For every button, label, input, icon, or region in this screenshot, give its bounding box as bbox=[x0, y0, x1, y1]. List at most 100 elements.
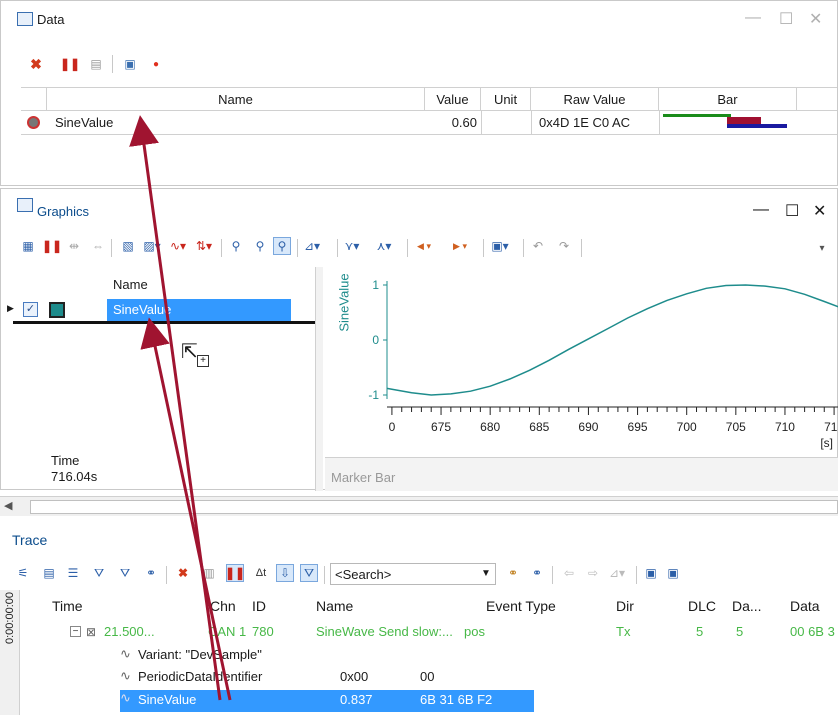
close-button[interactable]: ✕ bbox=[813, 201, 826, 221]
expand-toggle-icon[interactable]: − bbox=[70, 626, 81, 637]
record-icon[interactable]: ● bbox=[147, 55, 165, 73]
x-tick-label: 685 bbox=[529, 420, 549, 434]
zoom-box-icon[interactable]: ⚲ bbox=[273, 237, 291, 255]
y-tick-label: 1 bbox=[372, 278, 379, 292]
zoom-y-icon[interactable]: ⚲ bbox=[251, 237, 269, 255]
fit2-icon[interactable]: ⇔ bbox=[89, 237, 107, 255]
detail-icon[interactable]: ▥ bbox=[200, 564, 218, 582]
divider bbox=[659, 111, 660, 135]
nav-back-icon[interactable]: ⇦ bbox=[560, 564, 578, 582]
wave-icon[interactable]: ∿▾ bbox=[169, 237, 187, 255]
column-chn[interactable]: Chn bbox=[210, 594, 236, 618]
chart2-icon[interactable]: ▨▾ bbox=[143, 237, 161, 255]
search-dropdown-icon[interactable]: ▼ bbox=[481, 568, 491, 579]
column-event-type[interactable]: Event Type bbox=[486, 594, 556, 618]
marker-icon[interactable]: ⊿▾ bbox=[608, 564, 626, 582]
trace-tree-icon[interactable]: ☰ bbox=[64, 564, 82, 582]
column-unit[interactable]: Unit bbox=[481, 88, 531, 110]
list-item[interactable]: ∿ PeriodicDataIdentifier 0x00 00 bbox=[20, 668, 838, 690]
graphics-window: Graphics — ☐ ✕ ▦ ❚❚ ⇹ ⇔ ▧ ▨▾ ∿▾ ⇅▾ ⚲ ⚲ ⚲… bbox=[0, 188, 838, 491]
separator bbox=[111, 239, 112, 257]
search-placeholder: <Search> bbox=[335, 567, 392, 582]
scroll-left-icon[interactable]: ◀ bbox=[4, 499, 12, 512]
column-name[interactable]: Name bbox=[47, 88, 425, 110]
row-id: 780 bbox=[252, 624, 274, 639]
row-dlc: 5 bbox=[696, 624, 704, 639]
axis-icon[interactable]: ⇅▾ bbox=[195, 237, 213, 255]
overflow-icon[interactable]: ▾ bbox=[813, 239, 831, 257]
signal-color-swatch[interactable] bbox=[49, 302, 65, 318]
column-data[interactable]: Data bbox=[790, 594, 820, 618]
zoom-x-icon[interactable]: ⚲ bbox=[227, 237, 245, 255]
scroll-thumb[interactable] bbox=[30, 500, 838, 514]
export2-icon[interactable]: ▣ bbox=[664, 564, 682, 582]
measure-icon[interactable]: ⊿▾ bbox=[303, 237, 321, 255]
row-chn: CAN 1 bbox=[208, 624, 247, 639]
column-dlc[interactable]: DLC bbox=[688, 594, 716, 618]
redo-icon[interactable]: ↷ bbox=[555, 237, 573, 255]
signal-wave-icon: ∿ bbox=[120, 646, 131, 661]
signal-row-selected[interactable]: ▶ ✓ SineValue bbox=[1, 299, 315, 321]
data-table: Name Value Unit Raw Value Bar SineValue … bbox=[21, 87, 837, 177]
next-icon[interactable]: ▶ ▾ bbox=[451, 237, 469, 255]
trace-filter4-icon[interactable]: ⛛ bbox=[300, 564, 318, 582]
find-prev-icon[interactable]: ⚭ bbox=[504, 564, 522, 582]
trigger-icon[interactable]: ⋎▾ bbox=[343, 237, 361, 255]
pause-icon[interactable]: ❚❚ bbox=[225, 564, 245, 582]
trace-filter-icon[interactable]: ⚟ bbox=[14, 564, 32, 582]
horizontal-scrollbar[interactable]: ◀ bbox=[0, 496, 838, 516]
close-button[interactable]: ✕ bbox=[809, 9, 822, 29]
window-icon[interactable]: ▣▾ bbox=[491, 237, 509, 255]
maximize-button[interactable]: ☐ bbox=[779, 9, 793, 29]
fit-icon[interactable]: ⇹ bbox=[65, 237, 83, 255]
column-dir[interactable]: Dir bbox=[616, 594, 634, 618]
column-value[interactable]: Value bbox=[425, 88, 481, 110]
table-row[interactable]: − ⊠ 21.500... CAN 1 780 SineWave Send sl… bbox=[20, 624, 838, 646]
column-id[interactable]: ID bbox=[252, 594, 266, 618]
row-time: 21.500... bbox=[104, 624, 155, 639]
column-time[interactable]: Time bbox=[52, 594, 83, 618]
find-next-icon[interactable]: ⚭ bbox=[528, 564, 546, 582]
x-axis-unit: [s] bbox=[820, 436, 833, 450]
row-label: Variant: "DevSample" bbox=[138, 647, 262, 662]
maximize-button[interactable]: ☐ bbox=[785, 201, 799, 221]
pause-icon[interactable]: ❚❚ bbox=[42, 237, 62, 255]
copy-icon[interactable]: ▣ bbox=[121, 55, 139, 73]
trace-filter2-icon[interactable]: ⛛ bbox=[90, 564, 108, 582]
row-name: SineWave Send slow:... bbox=[316, 624, 453, 639]
column-bar[interactable]: Bar bbox=[659, 88, 797, 110]
graphics-window-icon bbox=[17, 198, 33, 212]
list-item[interactable]: ∿ Variant: "DevSample" bbox=[20, 646, 838, 668]
panel-splitter[interactable] bbox=[315, 267, 323, 491]
chart-icon[interactable]: ▧ bbox=[119, 237, 137, 255]
delete-icon[interactable]: ✖ bbox=[174, 564, 192, 582]
separator bbox=[483, 239, 484, 257]
export-icon[interactable]: ▣ bbox=[642, 564, 660, 582]
table-row[interactable]: SineValue 0.60 0x4D 1E C0 AC bbox=[21, 111, 837, 135]
signal-checkbox[interactable]: ✓ bbox=[23, 302, 38, 317]
trigger2-icon[interactable]: ⋏▾ bbox=[375, 237, 393, 255]
search-box[interactable]: <Search> ▼ bbox=[330, 563, 496, 585]
trace-filter3-icon[interactable]: ⛛ bbox=[116, 564, 134, 582]
properties-icon[interactable]: ▤ bbox=[87, 55, 105, 73]
minimize-button[interactable]: — bbox=[745, 9, 761, 27]
minimize-button[interactable]: — bbox=[753, 201, 769, 219]
scroll-lock-icon[interactable]: ⇩ bbox=[276, 564, 294, 582]
delete-icon[interactable]: ✖ bbox=[27, 55, 45, 73]
time-mode-icon[interactable]: Δt bbox=[252, 564, 270, 582]
chart-area: SineValue 1 0 -1 0 675 680 685 690 695 700 705 710 7… bbox=[325, 267, 838, 491]
trace-window-title: Trace bbox=[12, 532, 48, 548]
binoculars-icon[interactable]: ⚭ bbox=[142, 564, 160, 582]
signal-name-cell[interactable]: SineValue bbox=[107, 299, 291, 321]
marker-bar[interactable]: Marker Bar bbox=[325, 457, 838, 491]
trace-columns-icon[interactable]: ▤ bbox=[40, 564, 58, 582]
prev-icon[interactable]: ◀ ▾ bbox=[415, 237, 433, 255]
pause-icon[interactable]: ❚❚ bbox=[60, 55, 80, 73]
column-raw-value[interactable]: Raw Value bbox=[531, 88, 659, 110]
layout-icon[interactable]: ▦ bbox=[19, 237, 37, 255]
nav-forward-icon[interactable]: ⇨ bbox=[584, 564, 602, 582]
column-name[interactable]: Name bbox=[316, 594, 353, 618]
list-item-selected[interactable]: ∿ SineValue 0.837 6B 31 6B F2 bbox=[120, 690, 534, 712]
column-da[interactable]: Da... bbox=[732, 594, 762, 618]
undo-icon[interactable]: ↶ bbox=[529, 237, 547, 255]
